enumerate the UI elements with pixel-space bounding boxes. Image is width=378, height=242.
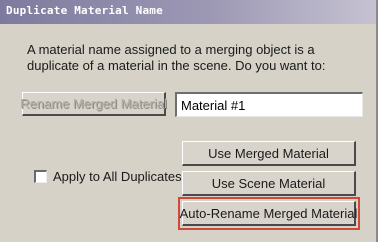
auto-rename-merged-material-label: Auto-Rename Merged Material: [179, 205, 358, 221]
use-merged-material-label: Use Merged Material: [208, 145, 329, 161]
use-merged-material-button[interactable]: Use Merged Material: [182, 141, 356, 166]
rename-merged-material-label: Rename Merged Material: [20, 96, 167, 111]
duplicate-material-dialog: Duplicate Material Name A material name …: [0, 0, 378, 242]
use-scene-material-label: Use Scene Material: [211, 175, 326, 191]
material-name-input[interactable]: [175, 92, 363, 117]
title-bar[interactable]: Duplicate Material Name: [0, 0, 376, 24]
use-scene-material-button[interactable]: Use Scene Material: [182, 171, 356, 196]
rename-merged-material-button[interactable]: Rename Merged Material: [20, 92, 167, 116]
dialog-message: A material name assigned to a merging ob…: [27, 42, 326, 73]
dialog-title: Duplicate Material Name: [6, 4, 163, 17]
auto-rename-merged-material-button[interactable]: Auto-Rename Merged Material: [179, 201, 358, 226]
apply-to-all-label: Apply to All Duplicates:: [53, 169, 186, 184]
apply-to-all-checkbox[interactable]: [34, 170, 47, 183]
